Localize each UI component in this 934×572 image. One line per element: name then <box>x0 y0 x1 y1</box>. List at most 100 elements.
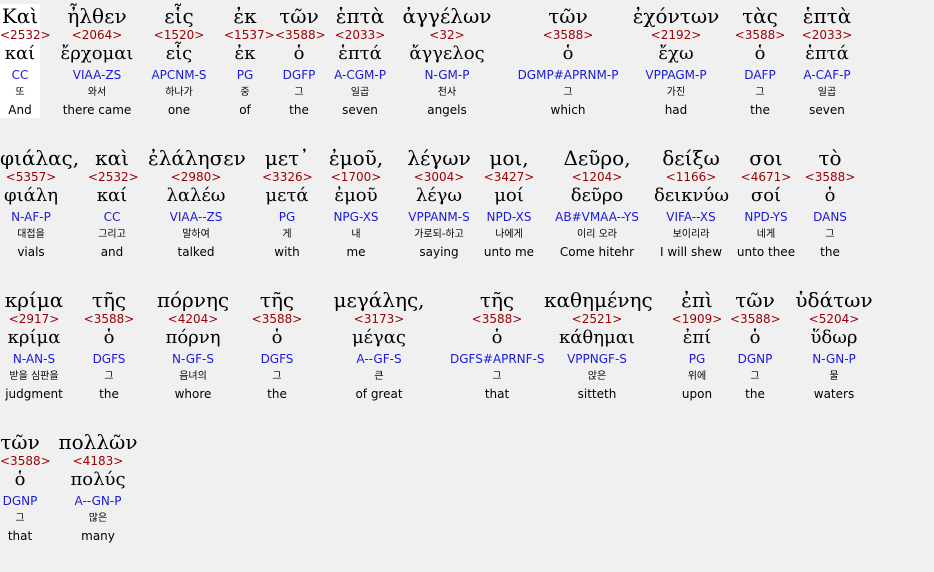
lemma: καί <box>4 43 36 64</box>
strong-number[interactable]: <3427> <box>482 170 536 184</box>
strong-number[interactable]: <3588> <box>82 312 136 326</box>
korean-gloss: 그 <box>755 87 765 98</box>
strong-number[interactable]: <4204> <box>148 312 238 326</box>
strong-number[interactable]: <2980> <box>148 170 244 184</box>
english-gloss: talked <box>177 245 215 259</box>
korean-gloss: 위에 <box>687 371 707 382</box>
strong-number[interactable]: <4183> <box>56 454 140 468</box>
greek-word: σοι <box>749 146 783 170</box>
strong-number[interactable]: <1520> <box>148 28 210 42</box>
english-gloss: of <box>239 103 251 117</box>
greek-word: τῶν <box>0 430 40 454</box>
lemma: λέγω <box>415 185 463 206</box>
parsing-code: NPD-YS <box>744 210 788 224</box>
strong-number[interactable]: <32> <box>400 28 494 42</box>
word-column: ἀγγέλων <32> ἄγγελος N-GM-P 천사 angels <box>400 4 494 118</box>
strong-number[interactable]: <2532> <box>88 170 139 184</box>
greek-word: φιάλας, <box>0 146 80 170</box>
strong-number[interactable]: <3588> <box>800 170 860 184</box>
parsing-code: PG <box>236 68 254 82</box>
parsing-code: NPG-XS <box>333 210 379 224</box>
korean-gloss: 나에게 <box>495 229 523 240</box>
english-gloss: the <box>267 387 287 401</box>
english-gloss: waters <box>813 387 855 401</box>
strong-number[interactable]: <1204> <box>548 170 646 184</box>
parsing-code: VPPNGF-S <box>567 352 627 366</box>
greek-word: ἐχόντων <box>632 4 720 28</box>
word-column: ἐκ <1537> ἐκ PG 중 of <box>224 4 275 118</box>
parsing-code: VPPAGM-P <box>645 68 707 82</box>
strong-number[interactable]: <2033> <box>330 28 390 42</box>
strong-number[interactable]: <2521> <box>544 312 650 326</box>
word-column: κρίμα <2917> κρίμα N-AN-S 받을 심판을 judgment <box>0 288 68 402</box>
korean-gloss: 앉은 <box>587 371 607 382</box>
strong-number[interactable]: <2064> <box>60 28 134 42</box>
strong-number[interactable]: <3173> <box>318 312 440 326</box>
strong-number[interactable]: <2917> <box>0 312 68 326</box>
strong-number[interactable]: <1166> <box>654 170 728 184</box>
lemma: δεικνύω <box>654 185 730 206</box>
greek-word: ὑδάτων <box>795 288 873 312</box>
english-gloss: And <box>8 103 32 117</box>
greek-word: τῆς <box>259 288 295 312</box>
lemma: ἔρχομαι <box>60 43 134 64</box>
strong-number[interactable]: <3588> <box>450 312 544 326</box>
korean-gloss: 이리 오라 <box>577 229 617 240</box>
strong-number[interactable]: <3588> <box>275 28 326 42</box>
strong-number[interactable]: <5357> <box>0 170 62 184</box>
strong-number[interactable]: <3588> <box>730 312 781 326</box>
lemma: ὕδωρ <box>810 327 858 348</box>
english-gloss: the <box>99 387 119 401</box>
lemma: φιάλη <box>3 185 58 206</box>
greek-word: ἐπὶ <box>681 288 713 312</box>
korean-gloss: 하나가 <box>165 87 193 98</box>
strong-number[interactable]: <1909> <box>670 312 724 326</box>
korean-gloss: 일곱 <box>817 87 837 98</box>
strong-number[interactable]: <3588> <box>250 312 304 326</box>
strong-number[interactable]: <3588> <box>508 28 628 42</box>
lemma: κάθημαι <box>559 327 635 348</box>
english-gloss: with <box>274 245 300 259</box>
word-column: μοι, <3427> μοί NPD-XS 나에게 unto me <box>482 146 536 260</box>
korean-gloss: 그 <box>15 513 25 524</box>
word-column: ὑδάτων <5204> ὕδωρ N-GN-P 물 waters <box>788 288 880 402</box>
korean-gloss: 또 <box>15 87 25 98</box>
greek-word: μοι, <box>489 146 529 170</box>
parsing-code: DGNP <box>737 352 773 366</box>
strong-number[interactable]: <3588> <box>0 454 51 468</box>
strong-number[interactable]: <3004> <box>400 170 478 184</box>
parsing-code: NPD-XS <box>486 210 532 224</box>
parsing-code: DGFS <box>92 352 126 366</box>
strong-number[interactable]: <1700> <box>322 170 390 184</box>
greek-word: κρίμα <box>4 288 64 312</box>
strong-number[interactable]: <4671> <box>732 170 800 184</box>
korean-gloss: 일곱 <box>350 87 370 98</box>
korean-gloss: 대접을 <box>17 229 45 240</box>
lemma: ὁ <box>293 43 305 64</box>
strong-number[interactable]: <1537> <box>224 28 275 42</box>
word-column: τῶν <3588> ὁ DGFP 그 the <box>275 4 326 118</box>
strong-number[interactable]: <2033> <box>794 28 860 42</box>
parsing-code: DGFS#APRNF-S <box>450 352 545 366</box>
korean-gloss: 내 <box>351 229 361 240</box>
lemma: ὁ <box>491 327 503 348</box>
strong-number[interactable]: <5204> <box>788 312 880 326</box>
word-column: ἑπτὰ <2033> ἑπτά A-CGM-P 일곱 seven <box>330 4 390 118</box>
parsing-code: DANS <box>813 210 847 224</box>
parsing-code: A--GN-P <box>74 494 122 508</box>
strong-number[interactable]: <2532> <box>0 28 51 42</box>
greek-word: ἦλθεν <box>67 4 127 28</box>
korean-gloss: 보이리라 <box>672 229 710 240</box>
strong-number[interactable]: <3326> <box>262 170 313 184</box>
parsing-code: DGFP <box>282 68 316 82</box>
lemma: λαλέω <box>166 185 226 206</box>
strong-number[interactable]: <3588> <box>734 28 786 42</box>
parsing-code: VIAA-ZS <box>72 68 122 82</box>
korean-gloss: 게 <box>282 229 292 240</box>
korean-gloss: 그 <box>272 371 282 382</box>
word-column: σοι <4671> σοί NPD-YS 네게 unto thee <box>732 146 800 260</box>
strong-number[interactable]: <2192> <box>628 28 724 42</box>
parsing-code: CC <box>103 210 121 224</box>
greek-word: τῆς <box>91 288 127 312</box>
lemma: ὁ <box>824 185 836 206</box>
